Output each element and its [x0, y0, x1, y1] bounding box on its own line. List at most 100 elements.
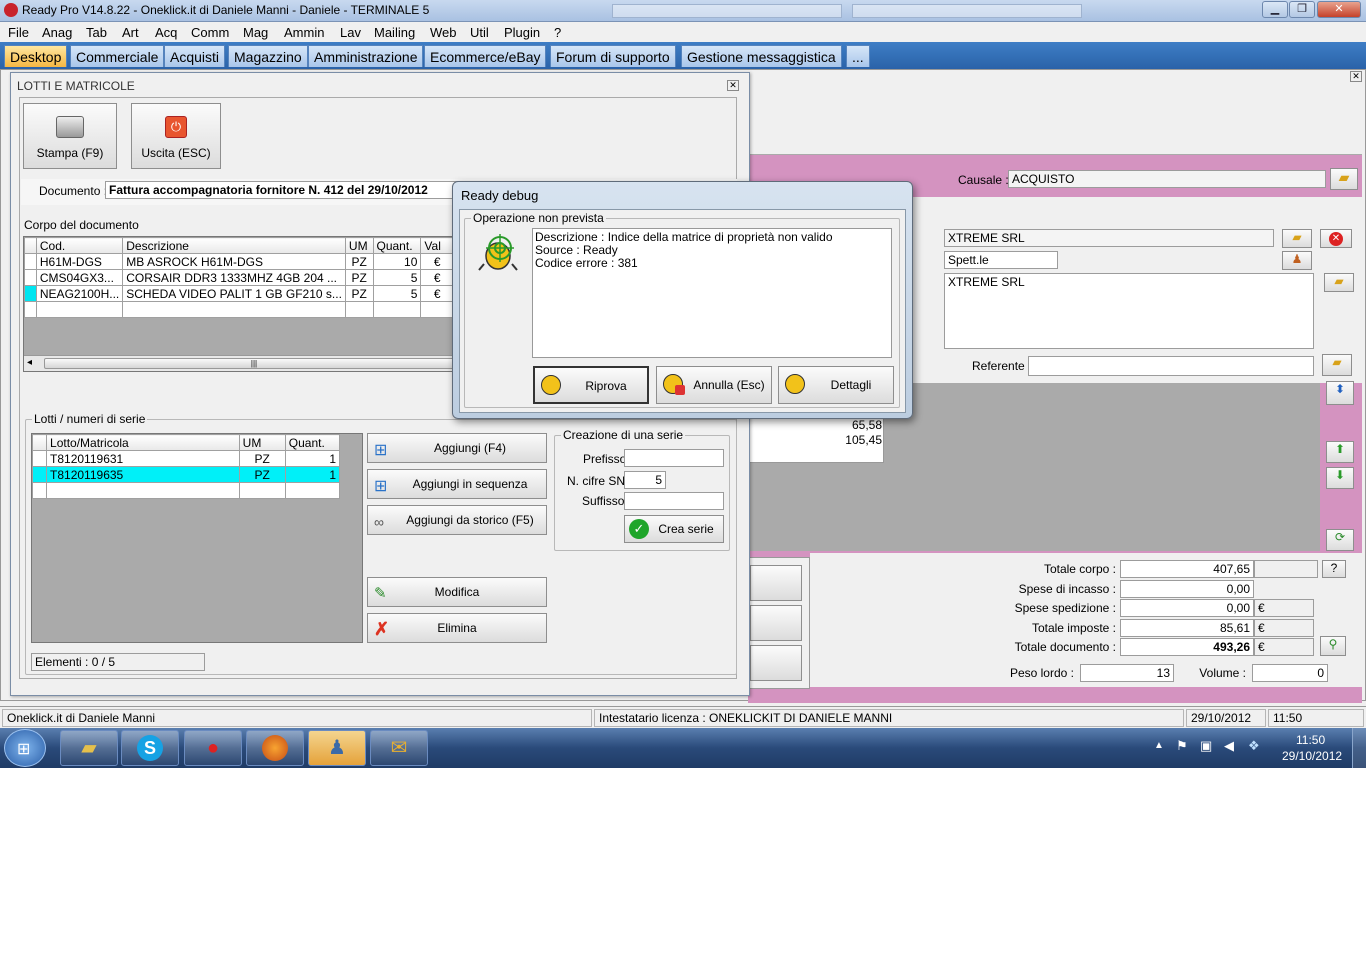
scroll-thumb[interactable]: |||: [44, 358, 464, 369]
indirizzo-folder-button[interactable]: ▰: [1324, 273, 1354, 292]
tab-messaggistica[interactable]: Gestione messaggistica: [681, 45, 842, 67]
aggiungi-button[interactable]: ⊞ Aggiungi (F4): [367, 433, 547, 463]
col-cod[interactable]: Cod.: [35, 237, 124, 254]
modifica-button[interactable]: ✎ Modifica: [367, 577, 547, 607]
aggiungi-sequenza-button[interactable]: ⊞ Aggiungi in sequenza: [367, 469, 547, 499]
menu-mag[interactable]: Mag: [243, 25, 268, 40]
table-row-empty[interactable]: [24, 301, 454, 318]
help-button[interactable]: ?: [1322, 560, 1346, 578]
tray-arrow-icon[interactable]: ▲: [1154, 740, 1164, 751]
tab-amministrazione[interactable]: Amministrazione: [308, 45, 424, 67]
tab-ecommerce[interactable]: Ecommerce/eBay: [424, 45, 547, 67]
taskbar-explorer[interactable]: ▰: [60, 730, 118, 766]
tray-network-icon[interactable]: ▣: [1200, 738, 1212, 754]
table-row[interactable]: NEAG2100H... SCHEDA VIDEO PALIT 1 GB GF2…: [24, 285, 454, 302]
col-descrizione[interactable]: Descrizione: [122, 237, 346, 254]
volume-field[interactable]: 0: [1252, 664, 1328, 682]
tab-acquisti[interactable]: Acquisti: [164, 45, 226, 67]
menu-util[interactable]: Util: [470, 25, 489, 40]
col-um[interactable]: UM: [344, 237, 374, 254]
start-button[interactable]: ⊞: [4, 729, 46, 767]
clock-date[interactable]: 29/10/2012: [1282, 749, 1342, 763]
tab-commerciale[interactable]: Commerciale: [70, 45, 165, 67]
lotti-close-icon[interactable]: ✕: [727, 80, 739, 91]
causale-field[interactable]: ACQUISTO: [1008, 170, 1326, 188]
menu-art[interactable]: Art: [122, 25, 139, 40]
side-button-2[interactable]: [750, 605, 802, 641]
menu-anag[interactable]: Anag: [42, 25, 72, 40]
menu-web[interactable]: Web: [430, 25, 457, 40]
zoom-button[interactable]: ⚲: [1320, 636, 1346, 656]
taskbar-mail[interactable]: ✉: [370, 730, 428, 766]
tab-desktop[interactable]: Desktop: [4, 45, 68, 67]
side-button-3[interactable]: [750, 645, 802, 681]
tray-volume-icon[interactable]: ◀: [1224, 738, 1234, 754]
tray-dropbox-icon[interactable]: ❖: [1248, 738, 1260, 754]
menu-lav[interactable]: Lav: [340, 25, 361, 40]
menu-comm[interactable]: Comm: [191, 25, 229, 40]
elimina-button[interactable]: ✗ Elimina: [367, 613, 547, 643]
col-val[interactable]: Val: [420, 237, 454, 254]
menu-acq[interactable]: Acq: [155, 25, 177, 40]
spese-incasso-field[interactable]: 0,00: [1120, 580, 1254, 598]
doc-close-icon[interactable]: ✕: [1350, 71, 1362, 82]
maximize-button[interactable]: ❐: [1289, 1, 1315, 18]
list-item[interactable]: T8120119631 PZ 1: [31, 450, 341, 467]
refresh-button[interactable]: ⟳: [1326, 529, 1354, 551]
list-item-empty[interactable]: [31, 482, 341, 499]
titolo-field[interactable]: Spett.le: [944, 251, 1058, 269]
taskbar-skype[interactable]: S: [121, 730, 179, 766]
show-desktop-button[interactable]: [1352, 728, 1366, 768]
menu-ammin[interactable]: Ammin: [284, 25, 324, 40]
tab-forum[interactable]: Forum di supporto: [550, 45, 676, 67]
close-window-button[interactable]: ✕: [1317, 1, 1361, 18]
row-up-button[interactable]: ⬆: [1326, 441, 1354, 463]
taskbar-contacts[interactable]: ♟: [308, 730, 366, 766]
fornitore-folder-button[interactable]: ▰: [1282, 229, 1312, 248]
menu-tab[interactable]: Tab: [86, 25, 107, 40]
fornitore-field[interactable]: XTREME SRL: [944, 229, 1274, 247]
suffisso-field[interactable]: [624, 492, 724, 510]
ncifre-field[interactable]: 5: [624, 471, 666, 489]
riprova-button[interactable]: Riprova: [533, 366, 649, 404]
table-row[interactable]: CMS04GX3... CORSAIR DDR3 1333MHZ 4GB 204…: [24, 269, 454, 286]
tab-magazzino[interactable]: Magazzino: [228, 45, 308, 67]
indirizzo-field[interactable]: XTREME SRL: [944, 273, 1314, 349]
uscita-button[interactable]: ⏻ Uscita (ESC): [131, 103, 221, 169]
col-quant[interactable]: Quant.: [372, 237, 422, 254]
aggiungi-storico-button[interactable]: ∞ Aggiungi da storico (F5): [367, 505, 547, 535]
taskbar-ready-pro[interactable]: ●: [184, 730, 242, 766]
col-um[interactable]: UM: [238, 434, 286, 451]
menu-help[interactable]: ?: [554, 25, 561, 40]
scroll-left-icon[interactable]: ◂: [27, 357, 32, 368]
move-up-button[interactable]: ⬍: [1326, 381, 1354, 405]
row-down-button[interactable]: ⬇: [1326, 467, 1354, 489]
causale-folder-button[interactable]: ▰: [1330, 168, 1358, 190]
fornitore-remove-button[interactable]: ✕: [1320, 229, 1352, 248]
menu-mailing[interactable]: Mailing: [374, 25, 415, 40]
menu-file[interactable]: File: [8, 25, 29, 40]
peso-lordo-field[interactable]: 13: [1080, 664, 1174, 682]
spese-spedizione-field[interactable]: 0,00: [1120, 599, 1254, 617]
side-button-1[interactable]: [750, 565, 802, 601]
minimize-button[interactable]: ▁: [1262, 1, 1288, 18]
menu-plugin[interactable]: Plugin: [504, 25, 540, 40]
tray-flag-icon[interactable]: ⚑: [1176, 738, 1188, 754]
table-row[interactable]: H61M-DGS MB ASROCK H61M-DGS PZ 10 €: [24, 253, 454, 270]
contact-button[interactable]: ♟: [1282, 251, 1312, 270]
taskbar-firefox[interactable]: [246, 730, 304, 766]
uscita-label: Uscita (ESC): [141, 146, 211, 160]
dettagli-button[interactable]: Dettagli: [778, 366, 894, 404]
list-item-selected[interactable]: T8120119635 PZ 1: [31, 466, 341, 483]
referente-folder-button[interactable]: ▰: [1322, 354, 1352, 376]
annulla-button[interactable]: Annulla (Esc): [656, 366, 772, 404]
referente-field[interactable]: [1028, 356, 1314, 376]
stampa-button[interactable]: Stampa (F9): [23, 103, 117, 169]
clock-time[interactable]: 11:50: [1296, 733, 1325, 747]
tab-more[interactable]: ...: [846, 45, 870, 67]
col-quant[interactable]: Quant.: [284, 434, 341, 451]
crea-serie-button[interactable]: ✓ Crea serie: [624, 515, 724, 543]
col-lotto[interactable]: Lotto/Matricola: [46, 434, 240, 451]
corpo-horizontal-scrollbar[interactable]: ◂ |||: [24, 355, 464, 371]
prefisso-field[interactable]: [624, 449, 724, 467]
